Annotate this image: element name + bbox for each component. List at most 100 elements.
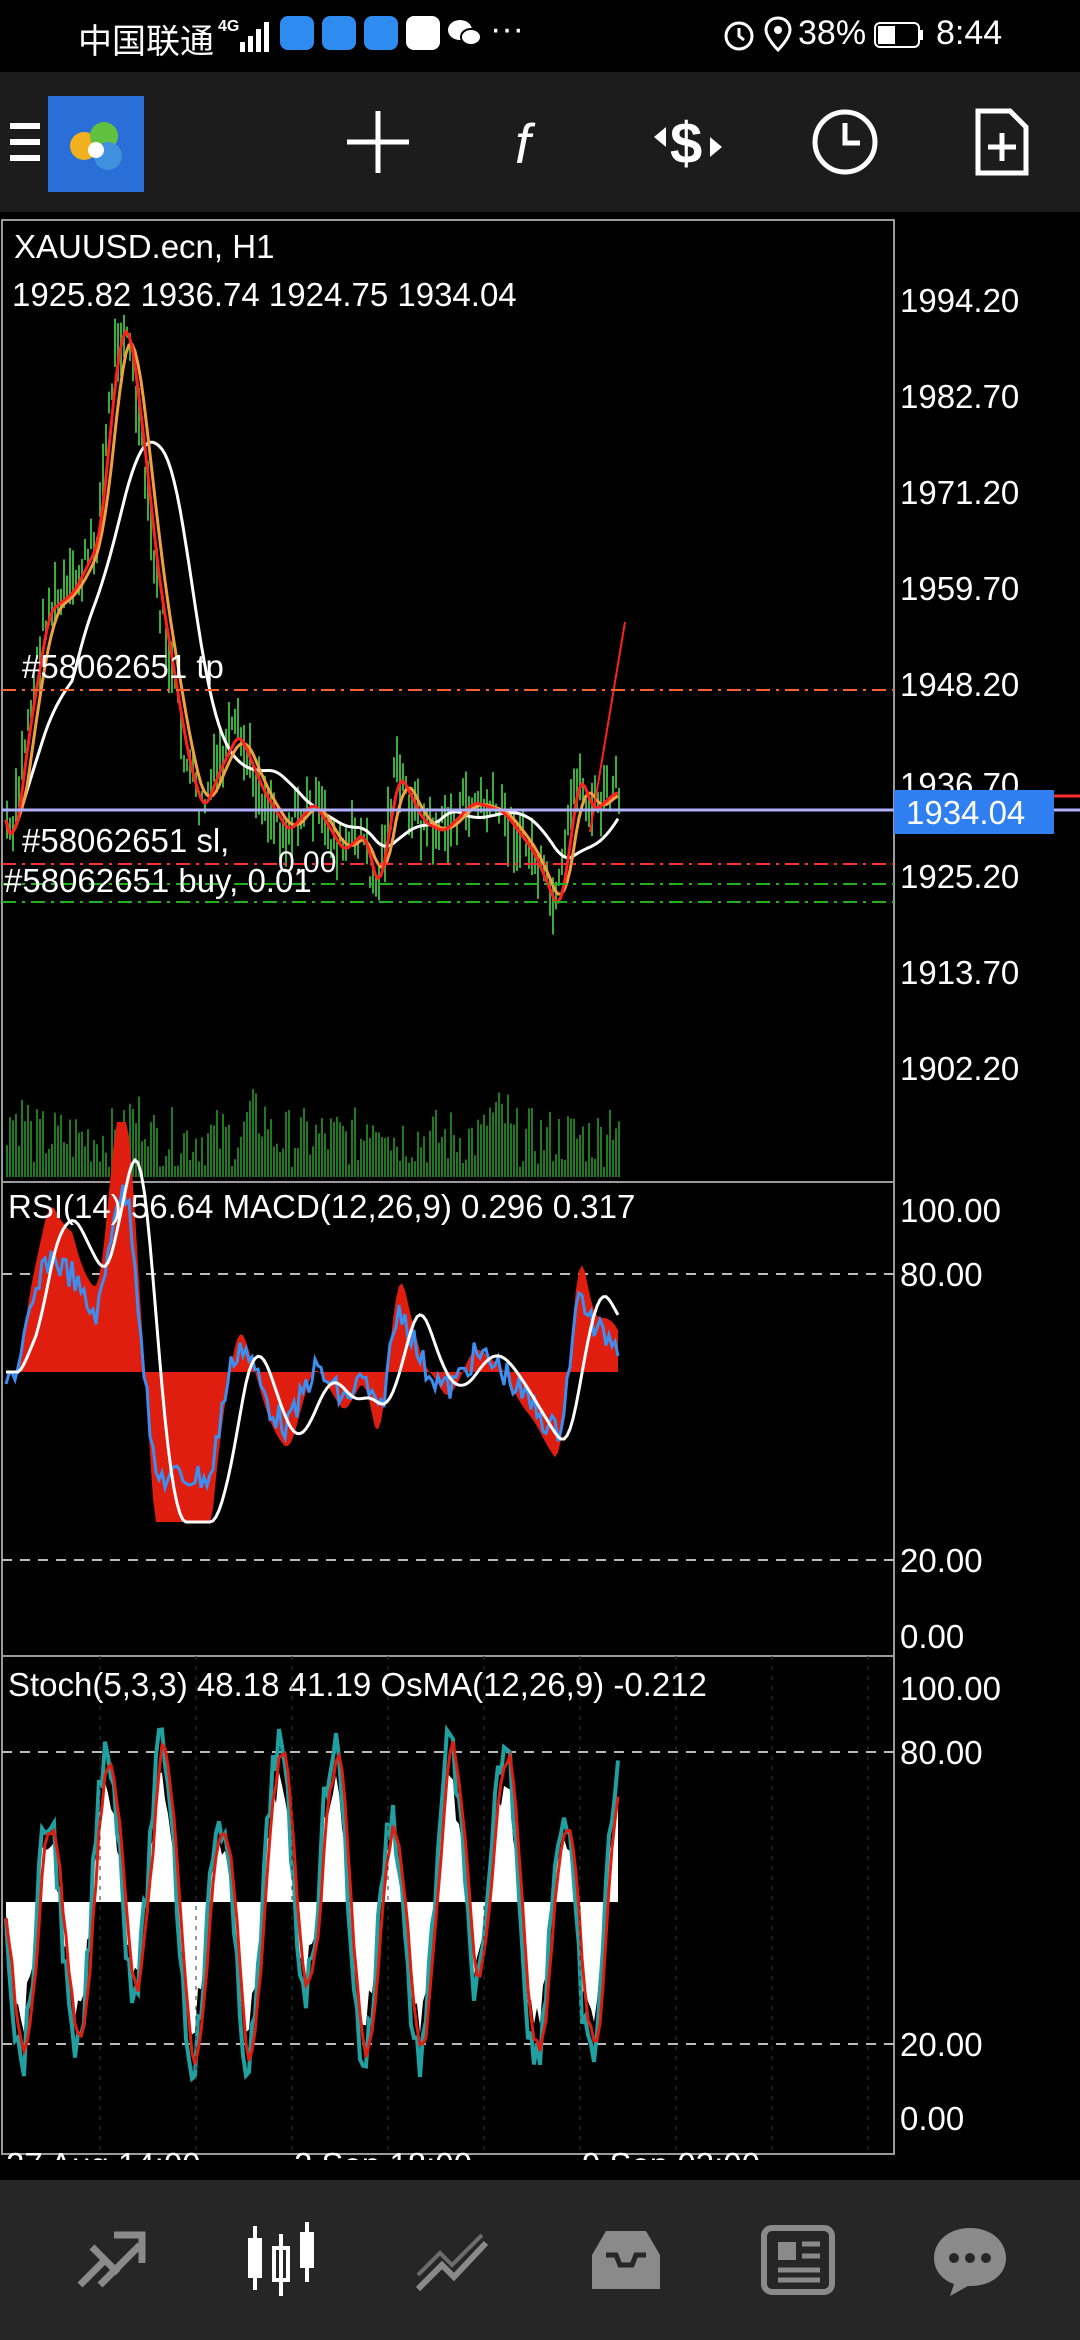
price-candle <box>555 881 557 910</box>
app-logo <box>48 96 144 192</box>
network-label: 4G <box>218 18 240 35</box>
price-candle <box>237 697 239 738</box>
volume-bar <box>219 1148 221 1177</box>
volume-bar <box>609 1109 611 1177</box>
volume-bar <box>471 1127 473 1177</box>
timeframe-icon[interactable] <box>785 72 905 212</box>
price-candle <box>108 391 110 414</box>
volume-bar <box>573 1118 575 1177</box>
volume-bar <box>528 1108 530 1177</box>
carrier-label: 中国联通 <box>78 23 214 61</box>
volume-bar <box>483 1114 485 1177</box>
volume-bar <box>462 1163 464 1177</box>
price-candle <box>561 848 563 876</box>
volume-bar <box>552 1161 554 1177</box>
trade-icon[interactable] <box>384 2180 524 2340</box>
volume-bar <box>411 1157 413 1177</box>
volume-bar <box>426 1162 428 1177</box>
stoch-scale-100: 100.00 <box>900 1670 1001 1707</box>
volume-bar <box>507 1094 509 1177</box>
price-candle <box>186 758 188 772</box>
volume-bar <box>423 1136 425 1177</box>
bottom-navigation <box>0 2180 1080 2340</box>
indicators-icon[interactable]: f <box>472 72 592 212</box>
time-label-3: 9 Sep 03:00 <box>582 2146 760 2160</box>
price-candle <box>234 708 236 735</box>
volume-bar <box>396 1146 398 1177</box>
price-candle <box>402 763 404 791</box>
volume-bar <box>309 1154 311 1177</box>
price-candle <box>297 786 299 847</box>
volume-bar <box>162 1165 164 1177</box>
volume-bar <box>327 1149 329 1177</box>
volume-bar <box>78 1132 80 1177</box>
volume-bar <box>585 1161 587 1177</box>
volume-bar <box>96 1144 98 1177</box>
volume-bar <box>291 1166 293 1177</box>
volume-bar <box>99 1161 101 1177</box>
volume-bar <box>39 1119 41 1177</box>
price-candle <box>315 777 317 807</box>
volume-bar <box>513 1124 515 1177</box>
history-icon[interactable] <box>556 2180 696 2340</box>
volume-bar <box>330 1118 332 1177</box>
volume-bar <box>570 1118 572 1177</box>
volume-bar <box>534 1151 536 1177</box>
volume-bar <box>153 1114 155 1177</box>
price-candle <box>27 709 29 731</box>
volume-bar <box>576 1138 578 1177</box>
price-candle <box>105 424 107 457</box>
price-axis-label: 1994.20 <box>900 282 1019 319</box>
volume-bar <box>30 1121 32 1177</box>
volume-bar <box>6 1145 8 1177</box>
volume-bar <box>522 1161 524 1177</box>
notification-app-icon-2 <box>322 16 356 50</box>
chart-icon[interactable] <box>212 2180 352 2340</box>
volume-bar <box>171 1107 173 1177</box>
volume-bar <box>174 1166 176 1177</box>
volume-bar <box>354 1107 356 1177</box>
price-axis: 1936.701994.201982.701971.201959.701948.… <box>900 282 1019 1087</box>
volume-bar <box>144 1138 146 1177</box>
volume-bar <box>345 1131 347 1177</box>
volume-bar <box>519 1166 521 1177</box>
price-candle <box>153 550 155 584</box>
volume-bar <box>237 1147 239 1177</box>
price-candle <box>144 466 146 499</box>
volume-bar <box>549 1111 551 1177</box>
qq-icon <box>406 16 440 50</box>
volume-bar <box>561 1158 563 1177</box>
order-icon[interactable]: $ <box>628 72 748 212</box>
price-axis-label: 1948.20 <box>900 666 1019 703</box>
volume-bar <box>90 1161 92 1177</box>
volume-bar <box>12 1120 14 1177</box>
volume-bar <box>606 1134 608 1177</box>
chart-canvas[interactable]: XAUUSD.ecn, H1 1925.82 1936.74 1924.75 1… <box>0 212 1080 2183</box>
quotes-icon[interactable] <box>40 2180 180 2340</box>
location-icon <box>764 16 792 52</box>
volume-bar <box>255 1093 257 1177</box>
chart-area[interactable]: XAUUSD.ecn, H1 1925.82 1936.74 1924.75 1… <box>0 212 1080 2183</box>
crosshair-icon[interactable] <box>318 72 438 212</box>
volume-bar <box>285 1111 287 1177</box>
price-candle <box>393 757 395 778</box>
volume-bar <box>402 1125 404 1177</box>
price-candle <box>450 793 452 847</box>
volume-bar <box>42 1111 44 1177</box>
volume-bar <box>381 1137 383 1177</box>
new-order-icon[interactable] <box>942 72 1062 212</box>
volume-bar <box>618 1121 620 1177</box>
volume-bar <box>315 1124 317 1177</box>
news-icon[interactable] <box>728 2180 868 2340</box>
volume-bar <box>87 1129 89 1177</box>
chat-icon[interactable] <box>900 2180 1040 2340</box>
volume-bar <box>474 1155 476 1177</box>
price-candle <box>615 755 617 789</box>
price-candle <box>57 589 59 612</box>
volume-bar <box>192 1151 194 1177</box>
volume-bar <box>597 1118 599 1177</box>
volume-bar <box>180 1153 182 1177</box>
volume-bar <box>615 1128 617 1177</box>
volume-bar <box>510 1123 512 1177</box>
price-candle <box>534 856 536 875</box>
